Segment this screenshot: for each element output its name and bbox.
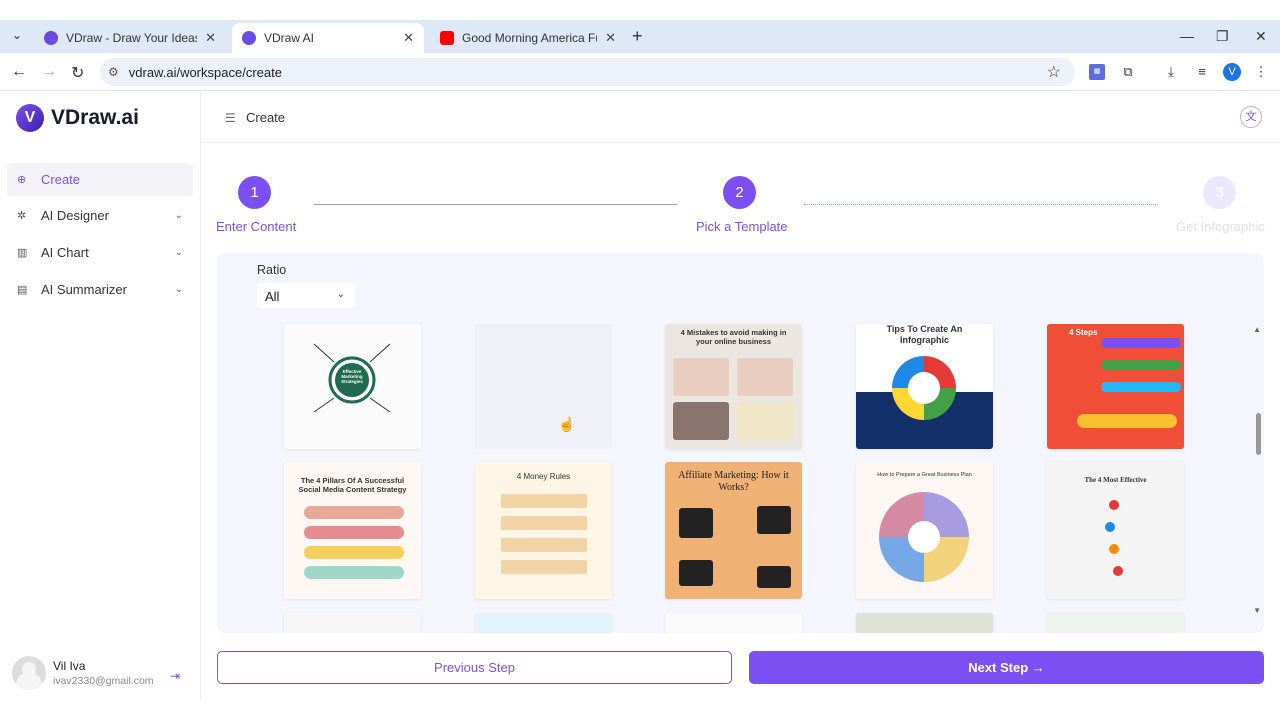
template-thumbnail [892,356,956,420]
document-icon: ▤ [17,284,28,296]
user-email: ivav2330@gmail.com [53,675,154,687]
template-panel: Ratio All ⌄ Effective Marketing Strategi… [217,253,1264,633]
chevron-down-icon: ⌄ [174,284,183,295]
menu-kebab-icon[interactable]: ⋮ [1253,64,1269,80]
url-field[interactable]: ⚙ vdraw.ai/workspace/create ☆ [100,58,1075,86]
close-tab-icon[interactable]: ✕ [205,30,216,46]
sidebar-item-ai-chart[interactable]: ▥ AI Chart ⌄ [7,236,193,269]
close-window-icon[interactable]: ✕ [1255,28,1267,45]
step-3-circle: 3 [1203,176,1236,209]
template-card[interactable] [665,613,802,633]
youtube-favicon-icon [440,31,454,45]
template-scrollbar[interactable]: ▲ ▼ [1250,323,1264,623]
template-thumbnail [879,492,969,582]
chevron-down-icon: ⌄ [174,210,183,221]
minimize-icon[interactable]: — [1180,28,1194,44]
menu-list-icon[interactable]: ☰ [225,111,236,125]
create-workspace: 1 Enter Content 2 Pick a Template 3 Get … [201,143,1280,700]
template-card[interactable]: 4 Money Rules [475,462,612,599]
reload-icon[interactable]: ↻ [71,63,84,83]
template-title: The 4 Pillars Of A Successful Social Med… [298,476,407,494]
extension-icon[interactable]: ▦ [1089,64,1105,80]
step-connector [314,204,677,205]
media-control-icon[interactable]: ≡ [1194,64,1210,80]
restore-icon[interactable]: ❐ [1216,28,1229,45]
template-card[interactable] [284,613,421,633]
extensions-puzzle-icon[interactable]: ⧉ [1120,64,1136,80]
user-profile[interactable]: Vil Iva ivav2330@gmail.com [12,656,154,690]
template-card[interactable] [1047,613,1184,633]
translate-icon[interactable]: 文 [1240,106,1262,128]
forward-icon[interactable]: → [41,63,57,81]
template-title: 4 Steps [1069,328,1098,337]
previous-step-button[interactable]: Previous Step [217,651,732,684]
step-1-circle: 1 [238,176,271,209]
logout-icon[interactable]: ⇥ [170,669,180,683]
template-card[interactable] [856,613,993,633]
chevron-down-icon: ⌄ [174,247,183,258]
scroll-down-icon[interactable]: ▼ [1253,606,1261,615]
page-header: ☰ Create 文 [201,92,1280,143]
sidebar-item-create[interactable]: ⊕ Create [7,163,193,196]
step-1-label: Enter Content [216,219,297,234]
vdraw-logo-icon: V [16,104,44,132]
sidebar-item-ai-summarizer[interactable]: ▤ AI Summarizer ⌄ [7,273,193,306]
back-icon[interactable]: ← [11,63,27,81]
close-tab-icon[interactable]: ✕ [605,30,616,46]
scroll-thumb[interactable] [1256,413,1261,455]
template-title: Affiliate Marketing: How it Works? [678,470,789,493]
download-icon[interactable]: ⤓ [1163,64,1179,80]
ratio-select[interactable]: All ⌄ [257,283,355,308]
step-connector [804,204,1156,205]
browser-window: ⌄ VDraw - Draw Your Ideas Th ✕ VDraw AI … [0,0,1280,720]
page-title: Create [246,110,286,125]
step-2-circle: 2 [723,176,756,209]
profile-avatar[interactable]: V [1223,63,1241,81]
next-step-button[interactable]: Next Step → [749,651,1264,684]
template-card[interactable]: 4 Steps [1047,324,1184,449]
sidebar: V VDraw.ai ⊕ Create ✲ AI Designer ⌄ ▥ AI… [0,92,201,700]
brand-logo[interactable]: V VDraw.ai [16,104,139,132]
new-tab-icon[interactable]: + [632,27,643,45]
template-card[interactable]: The 4 Most Effective [1047,462,1184,599]
brand-name: VDraw.ai [51,106,139,129]
tab-youtube[interactable]: Good Morning America Full ✕ [430,23,626,53]
chart-icon: ▥ [17,247,28,259]
template-card[interactable]: Tips To Create An Infographic [856,324,993,449]
tab-bar: ⌄ VDraw - Draw Your Ideas Th ✕ VDraw AI … [0,20,1280,53]
address-bar: ← → ↻ ⚙ vdraw.ai/workspace/create ☆ ▦ ⧉ … [0,53,1280,91]
template-card[interactable]: 4 Mistakes to avoid making in your onlin… [665,324,802,449]
step-3-label: Get Infographic [1176,219,1265,234]
template-card[interactable]: How to Prepare a Great Business Plan [856,462,993,599]
scroll-up-icon[interactable]: ▲ [1253,325,1261,334]
designer-icon: ✲ [17,210,27,222]
avatar [12,656,46,690]
tab-search-icon[interactable]: ⌄ [8,28,26,46]
bookmark-star-icon[interactable]: ☆ [1047,62,1061,82]
plus-circle-icon: ⊕ [17,174,27,186]
vdraw-favicon-icon [44,31,58,45]
template-title: The 4 Most Effective [1084,476,1147,484]
template-card[interactable] [475,613,612,633]
user-name: Vil Iva [53,659,86,673]
template-title: 4 Money Rules [516,472,571,481]
template-card[interactable]: The 4 Pillars Of A Successful Social Med… [284,462,421,599]
template-card[interactable]: Effective Marketing Strategies [284,324,421,449]
site-info-icon[interactable]: ⚙ [108,65,119,79]
template-card[interactable]: Affiliate Marketing: How it Works? [665,462,802,599]
hand-cursor-icon: ☝ [558,416,576,432]
close-tab-icon[interactable]: ✕ [403,30,414,46]
vdraw-favicon-icon [242,31,256,45]
step-2-label: Pick a Template [696,219,788,234]
template-thumbnail [313,343,391,413]
ratio-label: Ratio [257,263,287,277]
tab-vdraw-ai[interactable]: VDraw AI ✕ [232,23,424,53]
tab-vdraw-home[interactable]: VDraw - Draw Your Ideas Th ✕ [34,23,226,53]
template-title: Effective Marketing Strategies [341,369,363,384]
template-card-loading[interactable] [475,324,612,449]
chevron-down-icon: ⌄ [336,289,345,300]
sidebar-item-ai-designer[interactable]: ✲ AI Designer ⌄ [7,199,193,232]
template-title: 4 Mistakes to avoid making in your onlin… [680,328,787,346]
